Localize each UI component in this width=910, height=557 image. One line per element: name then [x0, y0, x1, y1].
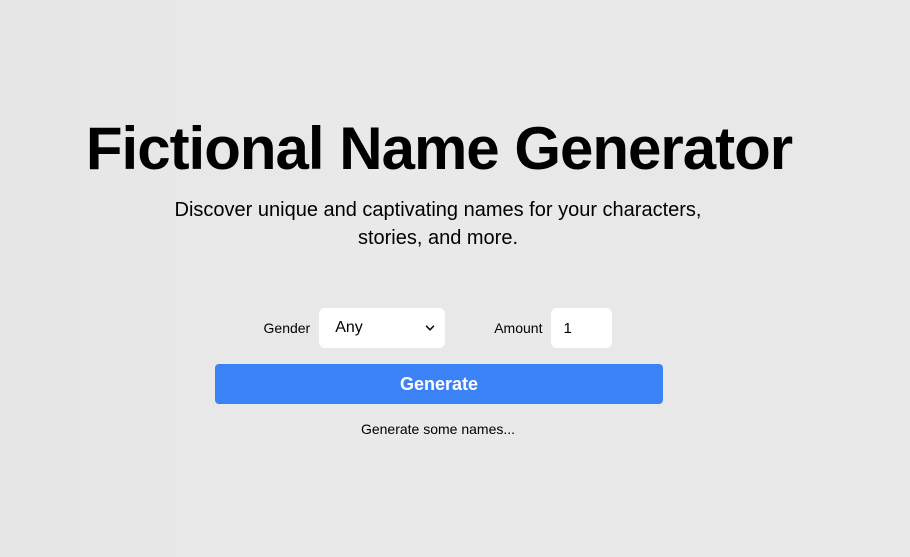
gender-select-value: Any [335, 319, 363, 336]
generate-button[interactable]: Generate [215, 364, 663, 404]
generate-button-label: Generate [399, 373, 479, 394]
gender-field: Gender Any [264, 308, 446, 348]
amount-label: Amount [494, 320, 543, 336]
page-subtitle: Discover unique and captivating names fo… [174, 199, 702, 249]
amount-input-value: 1 [563, 319, 572, 337]
status-text: Generate some names... [360, 421, 516, 437]
gender-label: Gender [263, 320, 311, 336]
page: Fictional Name Generator Discover unique… [0, 0, 910, 557]
chevron-down-icon [425, 325, 435, 331]
page-title: Fictional Name Generator [85, 115, 793, 182]
amount-field: Amount 1 [494, 308, 613, 348]
generator-controls: Gender Any Amount 1 [0, 308, 876, 348]
gender-select[interactable]: Any [319, 308, 446, 348]
amount-input[interactable]: 1 [551, 308, 613, 348]
